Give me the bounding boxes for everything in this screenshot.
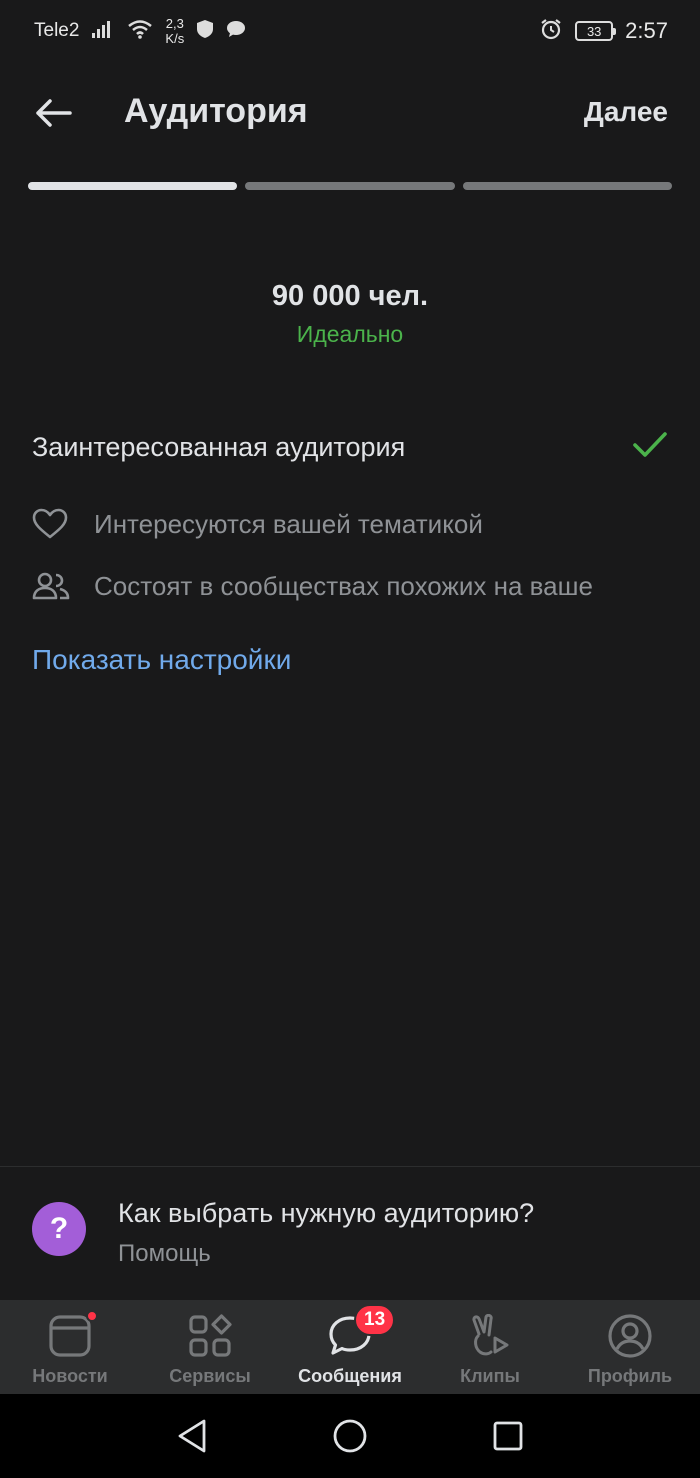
alarm-icon	[539, 17, 563, 46]
criterion-label: Состоят в сообществах похожих на ваше	[94, 570, 593, 601]
status-bar: Tele2 2,3 K/s 33 2:57	[0, 0, 700, 62]
criterion-similar-communities: Состоят в сообществах похожих на ваше	[32, 566, 672, 606]
criterion-label: Интересуются вашей тематикой	[94, 508, 483, 539]
battery-indicator: 33	[575, 21, 617, 41]
heart-icon	[32, 504, 72, 544]
system-navigation-bar	[0, 1394, 700, 1478]
status-right: 33 2:57	[539, 17, 668, 46]
services-icon	[186, 1312, 234, 1360]
divider	[0, 1166, 700, 1167]
tab-label: Клипы	[460, 1366, 520, 1386]
bottom-tab-bar: Новости Сервисы 13 Сообщения Клипы Профи…	[0, 1300, 700, 1394]
tab-profile[interactable]: Профиль	[560, 1300, 700, 1394]
tab-label: Сообщения	[298, 1366, 402, 1386]
tab-news[interactable]: Новости	[0, 1300, 140, 1394]
tab-clips[interactable]: Клипы	[420, 1300, 560, 1394]
back-button[interactable]	[28, 90, 78, 136]
users-icon	[32, 566, 72, 606]
signal-icon	[91, 19, 115, 44]
audience-type-label: Заинтересованная аудитория	[32, 431, 406, 462]
help-title: Как выбрать нужную аудиторию?	[118, 1198, 535, 1228]
audience-summary: 90 000 чел. Идеально	[0, 280, 700, 348]
criterion-interests: Интересуются вашей тематикой	[32, 504, 672, 544]
arrow-left-icon	[36, 99, 72, 127]
messages-icon: 13	[326, 1304, 396, 1360]
tab-messages[interactable]: 13 Сообщения	[280, 1300, 420, 1394]
header: Аудитория Далее	[0, 72, 700, 152]
tab-label: Сервисы	[169, 1366, 251, 1386]
page-title: Аудитория	[124, 92, 308, 130]
tab-label: Профиль	[587, 1366, 673, 1386]
step-indicator	[245, 182, 455, 190]
help-subtitle: Помощь	[118, 1240, 211, 1267]
network-speed: 2,3 K/s	[165, 16, 184, 46]
clips-icon	[466, 1312, 514, 1360]
tab-label: Новости	[32, 1366, 108, 1386]
step-indicator	[462, 182, 672, 190]
chat-bubble-icon	[226, 20, 246, 43]
audience-size: 90 000 чел.	[271, 280, 429, 312]
checkmark-icon	[632, 431, 668, 464]
next-button[interactable]: Далее	[584, 96, 668, 128]
circle-home-icon	[333, 1419, 367, 1453]
carrier-name: Tele2	[34, 20, 80, 41]
unread-dot	[86, 1310, 98, 1322]
help-badge-glyph: ?	[49, 1212, 69, 1245]
audience-type-option[interactable]: Заинтересованная аудитория	[32, 424, 668, 470]
unread-count-badge: 13	[354, 1304, 396, 1336]
tab-services[interactable]: Сервисы	[140, 1300, 280, 1394]
step-progress	[28, 182, 672, 190]
help-item[interactable]: ? Как выбрать нужную аудиторию? Помощь	[0, 1180, 700, 1290]
clock: 2:57	[625, 18, 668, 43]
audience-quality: Идеально	[296, 321, 404, 347]
speed-unit: K/s	[165, 31, 185, 46]
step-indicator	[28, 182, 238, 190]
square-recents-icon	[493, 1421, 523, 1451]
shield-icon	[196, 19, 214, 44]
nav-home-button[interactable]	[330, 1416, 370, 1456]
news-icon	[46, 1310, 98, 1360]
triangle-back-icon	[178, 1419, 206, 1453]
question-icon: ?	[32, 1202, 86, 1256]
nav-recents-button[interactable]	[488, 1416, 528, 1456]
status-left: Tele2 2,3 K/s	[34, 16, 246, 46]
show-settings-link[interactable]: Показать настройки	[32, 644, 291, 676]
profile-icon	[606, 1312, 654, 1360]
speed-value: 2,3	[165, 16, 184, 31]
nav-back-button[interactable]	[172, 1416, 212, 1456]
wifi-icon	[127, 19, 153, 44]
